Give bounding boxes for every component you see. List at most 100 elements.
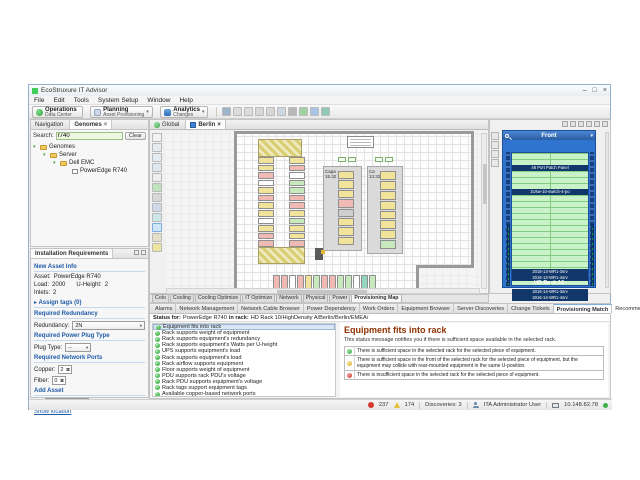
layout-icon[interactable] <box>310 107 319 116</box>
maximize-panel-icon[interactable] <box>602 121 608 127</box>
export-icon[interactable] <box>321 107 330 116</box>
floor-rack[interactable] <box>258 165 274 172</box>
panel-menu-icon[interactable]: ▾ <box>590 133 593 139</box>
server-address[interactable]: 10.148.82.78 <box>564 402 598 408</box>
bottom-tab[interactable]: Alarms <box>152 304 176 313</box>
floor-rack[interactable] <box>258 225 274 232</box>
search-input[interactable] <box>56 132 123 140</box>
floor-rack[interactable] <box>258 172 274 179</box>
bottom-tab[interactable]: Recommendation <box>612 304 640 313</box>
overlay-tab[interactable]: Physical <box>303 294 329 302</box>
bottom-tab[interactable]: Equipment Browser <box>398 304 454 313</box>
discoveries-count[interactable]: Discoveries: 3 <box>425 402 461 408</box>
floor-rack[interactable] <box>338 180 354 188</box>
floor-rack[interactable] <box>380 181 396 190</box>
add-rack-icon[interactable] <box>152 183 162 192</box>
wrench-icon[interactable] <box>288 107 297 116</box>
lift-truck-icon[interactable] <box>315 248 323 260</box>
floor-rack[interactable] <box>338 171 354 179</box>
rack-pdu-left[interactable] <box>507 224 510 286</box>
close-tab-icon[interactable]: × <box>104 122 108 128</box>
floor-rack[interactable] <box>380 171 396 180</box>
floor-rack[interactable] <box>338 218 354 226</box>
floor-rack[interactable] <box>380 191 396 200</box>
close-button[interactable]: × <box>603 86 607 95</box>
floor-rack[interactable] <box>289 240 305 247</box>
overlay-tab[interactable]: Colo <box>152 294 169 302</box>
tab-berlin[interactable]: Berlin × <box>186 120 226 129</box>
minimize-panel-icon[interactable] <box>134 250 139 255</box>
zoom-out-icon[interactable] <box>152 153 162 162</box>
floorplan[interactable]: Capa 15.32 Ca 13.32 <box>166 131 488 293</box>
tree-expand-icon[interactable]: ▾ <box>33 144 38 150</box>
rack-equipment[interactable]: 2Usw-10-switch-4-po <box>512 189 588 195</box>
cage1-racks[interactable] <box>338 171 354 245</box>
overlay-icon[interactable] <box>152 243 162 252</box>
overlay-tab[interactable]: IT Optimize <box>242 294 275 302</box>
floor-rack[interactable] <box>338 190 354 198</box>
floor-rack[interactable] <box>380 240 396 249</box>
assign-tags-header[interactable]: ▸ Assign tags (0) <box>34 299 145 308</box>
floor-rack[interactable] <box>289 195 305 202</box>
floor-rack[interactable] <box>289 218 305 225</box>
floor-rack[interactable] <box>380 220 396 229</box>
power-path-icon[interactable] <box>152 193 162 202</box>
bottom-tab[interactable]: Work Orders <box>360 304 399 313</box>
rack-zoom-fit-icon[interactable] <box>491 150 499 158</box>
floor-rack[interactable] <box>258 180 274 187</box>
rack-row-left[interactable] <box>258 157 274 247</box>
floor-rack[interactable] <box>338 199 354 207</box>
planning-button[interactable]: PlanningAsset Provisioning ▾ <box>90 106 153 118</box>
save-icon[interactable] <box>222 107 231 116</box>
floor-rack[interactable] <box>258 187 274 194</box>
dock-icon[interactable] <box>562 121 568 127</box>
overlay-tab[interactable]: Network <box>276 294 301 302</box>
floor-rack[interactable] <box>338 237 354 245</box>
camera-icon[interactable] <box>586 121 592 127</box>
floor-rack[interactable] <box>258 210 274 217</box>
floor-rack[interactable] <box>289 210 305 217</box>
pan-tool-icon[interactable] <box>152 173 162 182</box>
tab-global[interactable]: Global <box>150 120 186 129</box>
floor-rack[interactable] <box>289 165 305 172</box>
floor-rack[interactable] <box>258 218 274 225</box>
cage2-racks[interactable] <box>380 171 396 249</box>
bottom-tab[interactable]: Change Tickets <box>508 304 554 313</box>
floor-rack[interactable] <box>289 180 305 187</box>
tree-expand-icon[interactable]: ▾ <box>53 160 58 166</box>
floor-rack[interactable] <box>338 209 354 217</box>
maximize-panel-icon[interactable] <box>141 250 146 255</box>
rack-row-right[interactable] <box>289 157 305 247</box>
logged-in-user[interactable]: ITA Administrator User <box>484 402 542 408</box>
minimize-panel-icon[interactable] <box>594 121 600 127</box>
warning-alarm-icon[interactable] <box>394 402 400 408</box>
overlay-tab[interactable]: Power <box>329 294 350 302</box>
rack-panel-scrollbar[interactable] <box>605 132 609 288</box>
bottom-tab[interactable]: Server Discoveries <box>454 304 508 313</box>
floor-rack[interactable] <box>258 195 274 202</box>
bottom-tab[interactable]: Provisioning Match <box>554 304 613 313</box>
tree-item-dell-emc[interactable]: ▾ Dell EMC <box>31 159 148 167</box>
maximize-button[interactable]: □ <box>593 86 597 95</box>
magnifier-icon[interactable] <box>505 134 509 138</box>
rack-front-view[interactable]: Front ▾ 48 Port Patch Panel2Usw-10-switc… <box>502 130 596 288</box>
critical-alarm-icon[interactable] <box>368 402 374 408</box>
floor-rack[interactable] <box>258 233 274 240</box>
bottom-tab[interactable]: Network Cable Browser <box>238 304 304 313</box>
overlay-tab[interactable]: Cooling Optimize <box>195 294 241 302</box>
analytics-button[interactable]: AnalyticsChanges ▾ <box>160 106 208 118</box>
tree-item-poweredge-r740[interactable]: PowerEdge R740 <box>31 167 148 175</box>
network-path-icon[interactable] <box>152 203 162 212</box>
cascade-icon[interactable] <box>570 121 576 127</box>
floor-rack[interactable] <box>289 187 305 194</box>
checklist-item[interactable]: Available copper-based network ports <box>153 391 335 397</box>
redundancy-select[interactable]: 2N▾ <box>72 321 145 330</box>
floor-rack[interactable] <box>338 227 354 235</box>
copper-stepper[interactable]: 2 <box>58 365 72 374</box>
rack-layer-icon[interactable] <box>491 159 499 167</box>
select-tool-icon[interactable] <box>152 133 162 142</box>
rack-slots[interactable]: 48 Port Patch Panel2Usw-10-switch-4-po20… <box>511 152 589 286</box>
floor-rack[interactable] <box>258 240 274 247</box>
rack-equipment[interactable]: 2016-14-WR1-4srv <box>512 295 588 301</box>
minimize-button[interactable]: – <box>583 86 587 95</box>
